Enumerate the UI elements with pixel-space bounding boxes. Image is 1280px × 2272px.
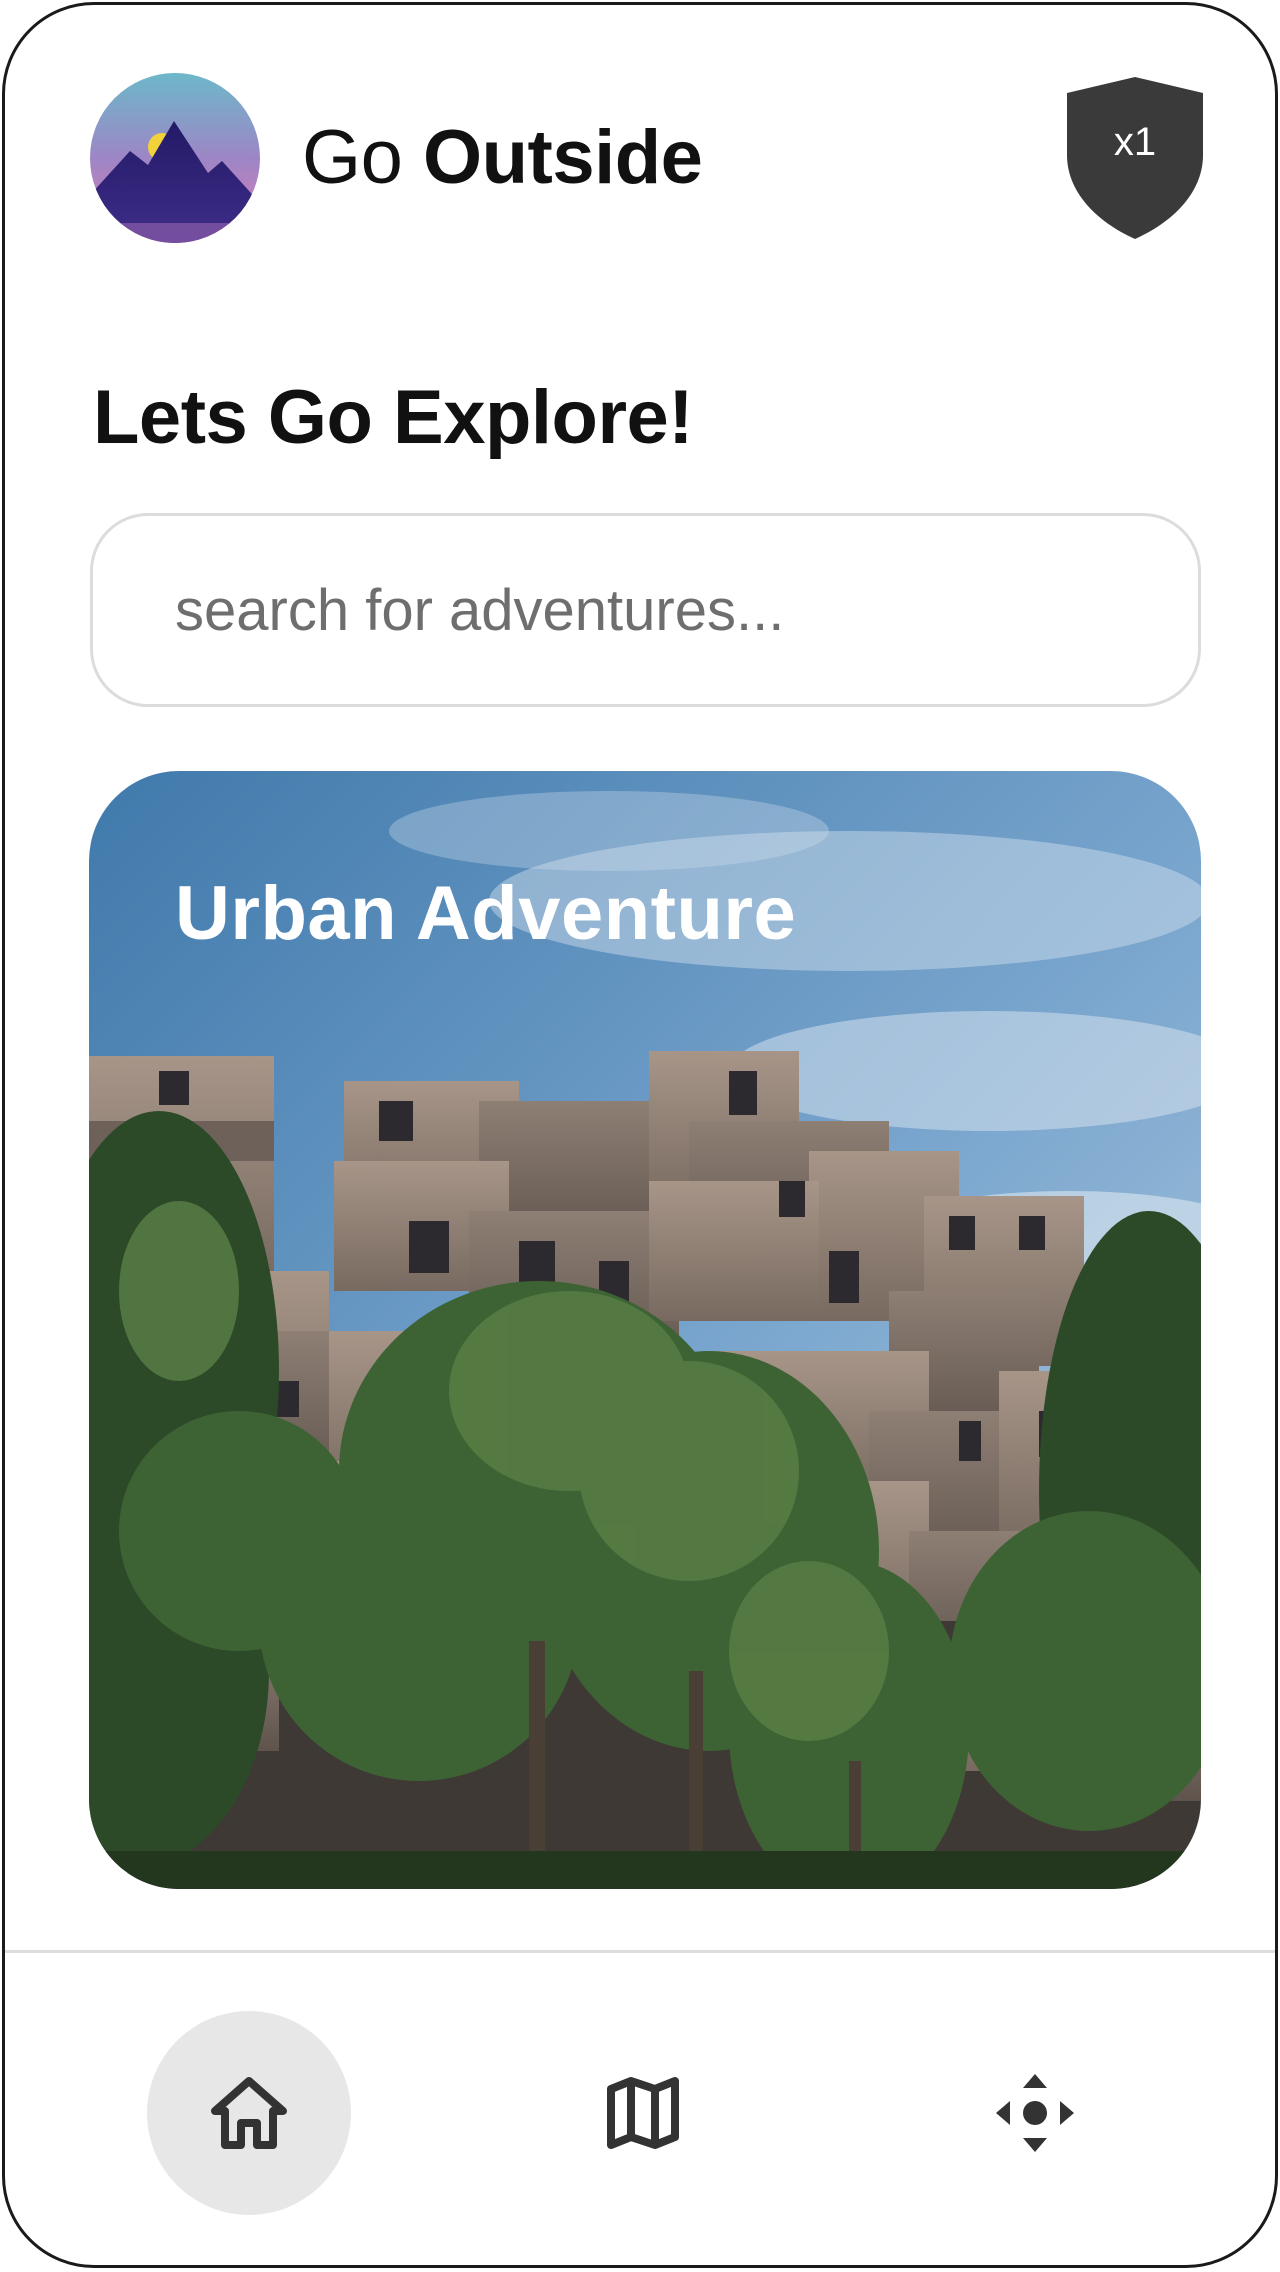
nav-move-button[interactable] bbox=[933, 2011, 1137, 2215]
app-title-light: Go bbox=[302, 115, 403, 200]
shield-badge[interactable]: x1 bbox=[1065, 75, 1205, 241]
nav-map-button[interactable] bbox=[541, 2011, 745, 2215]
app-screen: Go Outside x1 Lets Go Explore! search fo… bbox=[2, 2, 1278, 2268]
adventure-card[interactable]: Urban Adventure bbox=[89, 771, 1201, 1889]
badge-count: x1 bbox=[1113, 120, 1157, 164]
bottom-nav bbox=[5, 1953, 1275, 2265]
search-box[interactable] bbox=[90, 513, 1201, 707]
app-title-bold: Outside bbox=[423, 115, 703, 200]
app-title: Go Outside bbox=[302, 113, 703, 203]
card-title: Urban Adventure bbox=[175, 871, 797, 956]
map-icon bbox=[607, 2077, 679, 2149]
move-arrows-icon bbox=[996, 2074, 1074, 2152]
page-title: Lets Go Explore! bbox=[93, 375, 694, 460]
search-input[interactable] bbox=[175, 516, 1155, 704]
app-header: Go Outside x1 bbox=[5, 5, 1275, 245]
nav-home-button[interactable] bbox=[147, 2011, 351, 2215]
home-icon bbox=[211, 2077, 287, 2149]
mountain-logo-icon bbox=[90, 73, 260, 243]
